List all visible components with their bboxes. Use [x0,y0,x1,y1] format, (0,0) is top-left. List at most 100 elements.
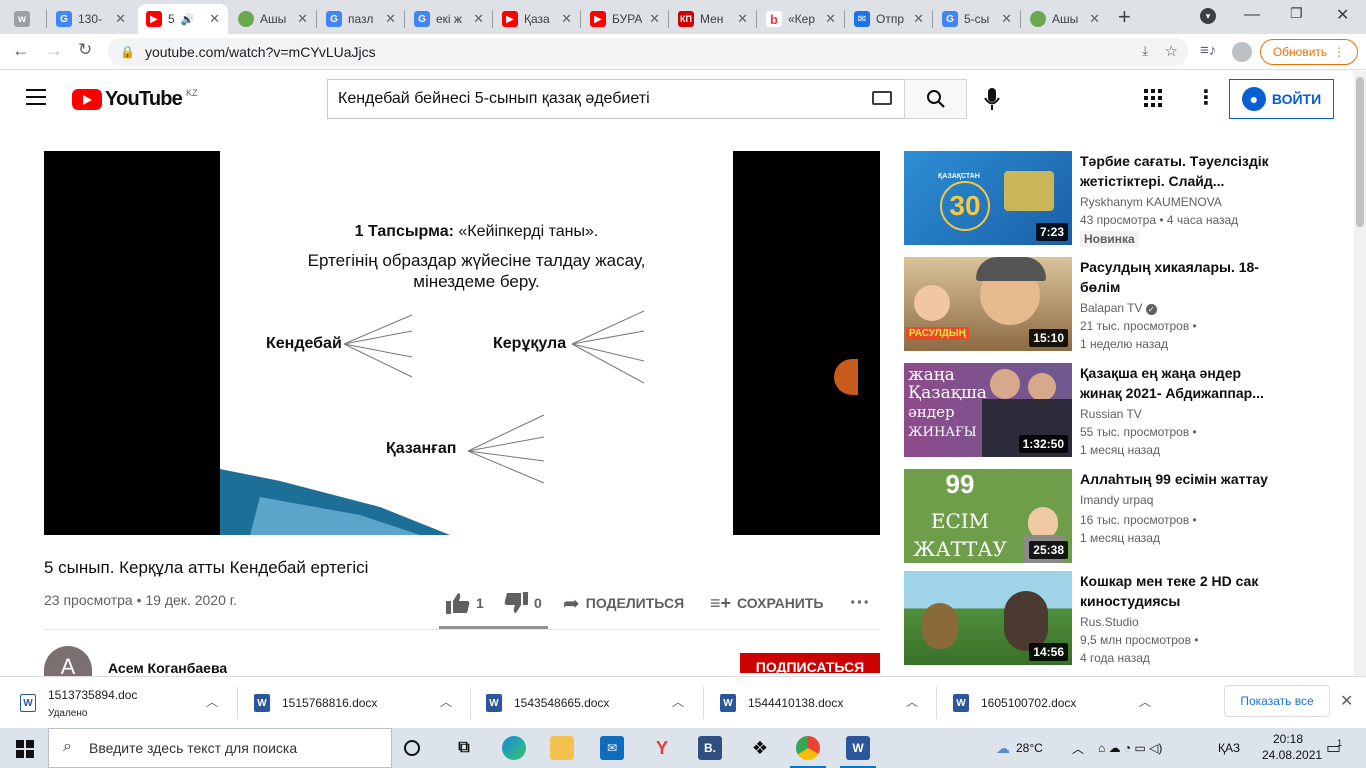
weather-widget[interactable]: ☁ 28°C [996,728,1043,768]
recommendation-item[interactable]: 14:56 Кошкар мен теке 2 HD сак киностуди… [904,571,1344,665]
chevron-up-icon[interactable]: ︿ [206,693,218,710]
youtube-logo[interactable]: YouTube KZ [72,88,198,111]
search-button[interactable] [904,79,967,119]
chevron-up-icon[interactable]: ︿ [1072,728,1084,768]
chevron-up-icon[interactable]: ︿ [1139,693,1151,710]
clock[interactable]: 20:18 24.08.2021 [1262,731,1322,763]
thumbnail[interactable]: 14:56 [904,571,1072,665]
menu-icon[interactable] [26,89,46,105]
mail-app-icon[interactable]: ✉ [600,736,624,760]
close-icon[interactable]: ✕ [649,11,660,27]
taskbar-search-input[interactable]: ⌕ Введите здесь текст для поиска [48,728,392,768]
profile-icon[interactable] [1232,42,1252,62]
save-button[interactable]: ≡+ СОХРАНИТЬ [710,590,823,616]
close-icon[interactable]: ✕ [115,11,126,27]
word-app-icon[interactable]: W [846,736,870,760]
install-icon[interactable]: ⤓ [1142,43,1148,59]
new-tab-icon[interactable]: + [1118,4,1131,30]
language-indicator[interactable]: ҚАЗ [1218,728,1240,768]
thumbnail[interactable]: РАСУЛДЫҢ 15:10 [904,257,1072,351]
download-item[interactable]: W 1515768816.docx ︿ [254,677,464,729]
share-button[interactable]: ➦ ПОДЕЛИТЬСЯ [563,590,684,616]
apps-grid-icon[interactable] [1144,89,1162,107]
recommendation-item[interactable]: 99 ЕСІМ ЖАТТАУ 25:38 Аллаһтың 99 есімін … [904,469,1344,565]
tab-5[interactable]: G екі ж ✕ [406,4,492,34]
tab-7[interactable]: ▶ БУРА ✕ [582,4,668,34]
download-item[interactable]: W 1544410138.docx ︿ [720,677,930,729]
keyboard-icon[interactable] [872,91,892,105]
tab-2-active[interactable]: ▶ 5 🔊 ✕ [138,4,228,34]
subscribe-button[interactable]: ПОДПИСАТЬСЯ [740,653,880,673]
dislike-button[interactable]: 0 [504,590,542,616]
close-icon[interactable]: ✕ [913,11,924,27]
edge-icon[interactable] [502,736,526,760]
close-downloads-icon[interactable]: ✕ [1340,691,1353,711]
b-app-icon[interactable]: B. [698,736,722,760]
recommendation-item[interactable]: РАСУЛДЫҢ 15:10 Расулдың хикаялары. 18-бө… [904,257,1344,353]
minimize-icon[interactable]: — [1244,6,1260,24]
chevron-up-icon[interactable]: ︿ [440,693,452,710]
thumbnail[interactable]: 99 ЕСІМ ЖАТТАУ 25:38 [904,469,1072,563]
windows-start-icon[interactable] [16,740,34,758]
close-icon[interactable]: ✕ [561,11,572,27]
restore-icon[interactable]: ❐ [1290,5,1303,22]
close-icon[interactable]: ✕ [297,11,308,27]
thumbnail[interactable]: ҚАЗАҚСТАН 30 7:23 [904,151,1072,245]
tab-6[interactable]: ▶ Қаза ✕ [494,4,580,34]
tab-1[interactable]: G 130- ✕ [48,4,134,34]
close-icon[interactable]: ✕ [825,11,836,27]
signin-button[interactable]: ● ВОЙТИ [1229,79,1334,119]
chevron-up-icon[interactable]: ︿ [672,693,684,710]
back-icon[interactable]: ← [12,40,30,61]
tab-9[interactable]: b «Кер ✕ [758,4,844,34]
scrollbar-thumb[interactable] [1356,77,1364,227]
tab-4[interactable]: G пазл ✕ [318,4,404,34]
video-player[interactable]: 1 Тапсырма: «Кейіпкерді таны». Ертегінің… [44,151,880,535]
recommendation-item[interactable]: жаңа Қазақша әндер ЖИНАҒЫ 1:32:50 Қазақш… [904,363,1344,459]
cortana-icon[interactable] [404,740,420,756]
close-icon[interactable]: ✕ [1089,11,1100,27]
close-icon[interactable]: ✕ [473,11,484,27]
chevron-up-icon[interactable]: ︿ [906,693,918,710]
close-icon[interactable]: ✕ [1001,11,1012,27]
channel-name[interactable]: Асем Коганбаева [108,660,227,676]
task-view-icon[interactable]: ⧉ [452,736,476,760]
tab-12[interactable]: Ашы ✕ [1022,4,1108,34]
address-bar[interactable]: 🔒 youtube.com/watch?v=mCYvLUaJjcs ⤓ ☆ [108,38,1188,66]
chrome-icon[interactable] [796,736,820,760]
tab-8[interactable]: КП Мен ✕ [670,4,756,34]
network-tray-icon[interactable]: ⌂ ☁ ◔ ▭ ◁) [1098,728,1162,768]
more-actions-icon[interactable]: ··· [850,590,870,616]
notifications-icon[interactable]: ▭ 1 [1326,728,1342,768]
download-item[interactable]: W 1605100702.docx ︿ [953,677,1163,729]
file-explorer-icon[interactable] [550,736,574,760]
forward-icon[interactable]: → [45,40,63,61]
dropbox-icon[interactable]: ❖ [748,736,772,760]
window-close-icon[interactable]: ✕ [1336,5,1349,25]
microphone-icon[interactable] [984,87,1000,116]
media-control-icon[interactable]: ≡♪ [1200,42,1216,59]
tab-11[interactable]: G 5-сы ✕ [934,4,1020,34]
thumbnail[interactable]: жаңа Қазақша әндер ЖИНАҒЫ 1:32:50 [904,363,1072,457]
update-button[interactable]: Обновить ⋮ [1260,39,1358,65]
show-all-downloads-button[interactable]: Показать все [1224,685,1330,717]
tab-0[interactable]: w [6,4,44,34]
download-item[interactable]: W 1513735894.doc Удалено ︿ [20,677,230,729]
search-input[interactable]: Кендебай бейнесі 5-сынып қазақ әдебиеті [327,79,904,119]
tab-search-icon[interactable]: ▾ [1200,8,1216,24]
close-icon[interactable]: ✕ [385,11,396,27]
close-icon[interactable]: ✕ [737,11,748,27]
like-button[interactable]: 1 [446,590,484,616]
avatar[interactable]: А [44,646,92,676]
close-icon[interactable]: ✕ [209,11,220,27]
tab-3[interactable]: Ашы ✕ [230,4,316,34]
download-item[interactable]: W 1543548665.docx ︿ [486,677,696,729]
page-scrollbar[interactable] [1354,71,1366,676]
star-icon[interactable]: ☆ [1165,42,1178,60]
settings-more-icon[interactable]: ⋮ [1196,85,1216,110]
recommendation-item[interactable]: ҚАЗАҚСТАН 30 7:23 Тәрбие сағаты. Тәуелсі… [904,151,1344,247]
tab-10[interactable]: ✉ Отпр ✕ [846,4,932,34]
reload-icon[interactable]: ↻ [78,40,92,60]
speaker-icon[interactable]: 🔊 [181,13,195,26]
yandex-icon[interactable]: Y [650,736,674,760]
